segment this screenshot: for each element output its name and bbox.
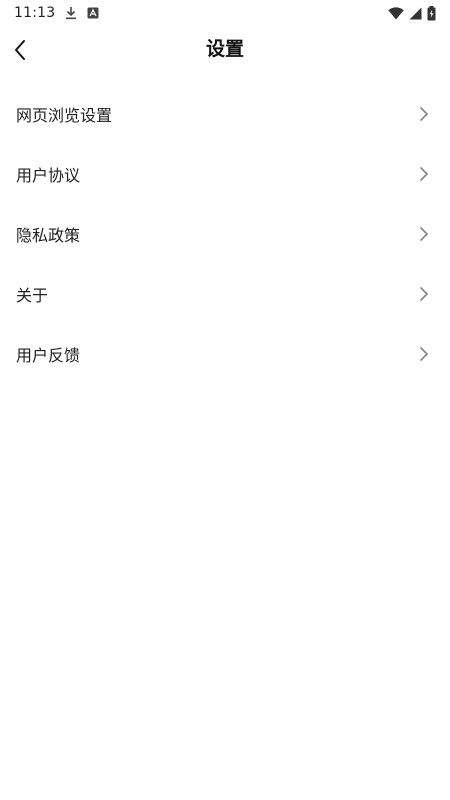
chevron-right-icon: [416, 164, 432, 184]
header: 设置: [0, 26, 450, 74]
settings-item-about[interactable]: 关于: [0, 264, 450, 324]
list-item-label: 网页浏览设置: [16, 106, 113, 125]
settings-item-web-browsing[interactable]: 网页浏览设置: [0, 84, 450, 144]
settings-item-user-agreement[interactable]: 用户协议: [0, 144, 450, 204]
chevron-right-icon: [416, 224, 432, 244]
list-item-label: 关于: [16, 286, 49, 305]
settings-item-user-feedback[interactable]: 用户反馈: [0, 324, 450, 384]
status-left: 11:13: [14, 5, 99, 21]
chevron-right-icon: [416, 104, 432, 124]
page-title: 设置: [205, 38, 244, 60]
status-right: [388, 5, 436, 21]
wifi-icon: [388, 6, 404, 20]
settings-screen: 11:13 设置 网页浏览设置 用户协议 隐私政策 关于 用户反馈: [0, 0, 450, 800]
list-item-label: 隐私政策: [16, 226, 81, 245]
status-time: 11:13: [14, 5, 56, 21]
battery-charging-icon: [427, 5, 436, 21]
download-icon: [65, 6, 77, 20]
list-item-label: 用户反馈: [16, 346, 81, 365]
settings-list: 网页浏览设置 用户协议 隐私政策 关于 用户反馈: [0, 84, 450, 384]
chevron-right-icon: [416, 344, 432, 364]
list-item-label: 用户协议: [16, 166, 81, 185]
chevron-right-icon: [416, 284, 432, 304]
status-bar: 11:13: [0, 0, 450, 26]
app-notification-icon: [87, 7, 99, 19]
settings-item-privacy-policy[interactable]: 隐私政策: [0, 204, 450, 264]
cellular-signal-icon: [409, 7, 422, 20]
